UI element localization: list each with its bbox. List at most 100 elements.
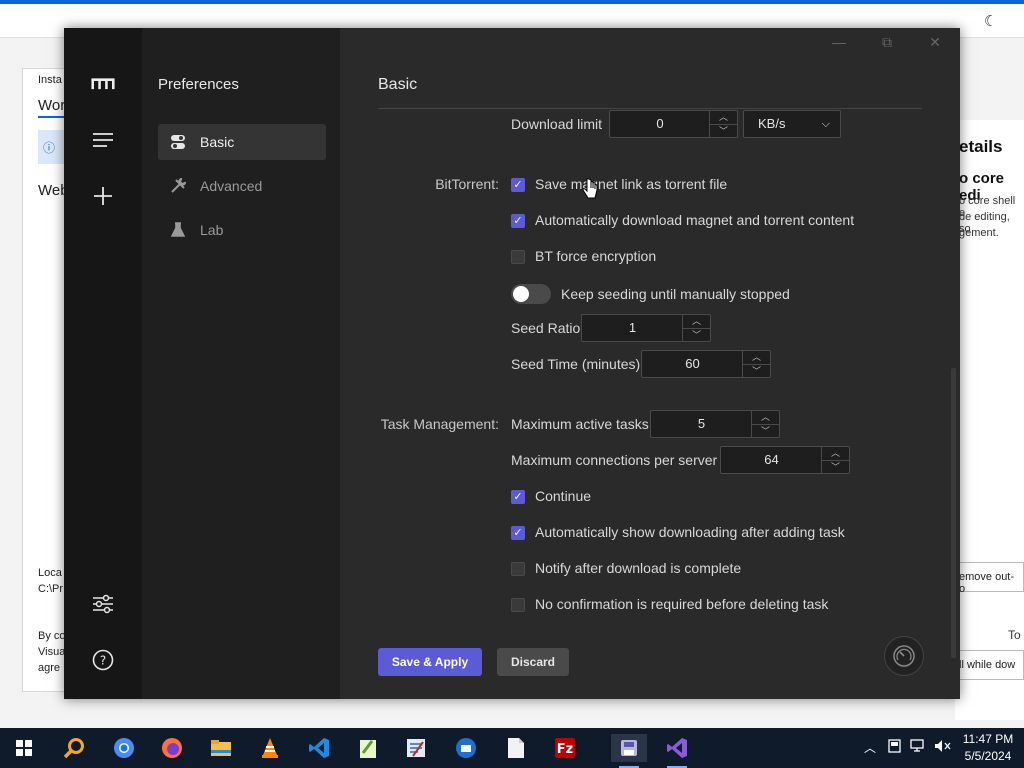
divider [378, 108, 922, 109]
download-unit-select[interactable]: KB/s ⌵ [743, 110, 841, 138]
seed-ratio-stepper[interactable]: ︿ ﹀ [682, 315, 710, 341]
notepad-plus-icon[interactable] [354, 734, 382, 762]
save-apply-button[interactable]: Save & Apply [378, 648, 482, 676]
motrix-logo-icon[interactable] [91, 72, 115, 96]
chevron-down-icon[interactable]: ﹀ [743, 364, 770, 377]
flask-icon [170, 222, 186, 238]
max-connections-label: Maximum connections per server [511, 452, 718, 468]
continue-checkbox[interactable]: ✓ [511, 490, 525, 504]
scrollbar[interactable] [951, 368, 956, 658]
theme-moon-icon[interactable]: ☾ [984, 12, 997, 30]
save-magnet-label[interactable]: Save magnet link as torrent file [535, 176, 727, 192]
bg-install-option[interactable]: ll while dow [955, 650, 1024, 680]
discard-button[interactable]: Discard [497, 648, 569, 676]
chevron-up-icon[interactable]: ︿ [683, 315, 710, 328]
bt-encryption-label[interactable]: BT force encryption [535, 248, 656, 264]
network-icon[interactable] [910, 739, 926, 756]
show-downloading-checkbox[interactable]: ✓ [511, 526, 525, 540]
app-rail: ? [64, 28, 142, 699]
seed-time-input[interactable]: 60 ︿ ﹀ [641, 350, 771, 378]
keep-seeding-toggle[interactable] [511, 284, 551, 304]
auto-download-label[interactable]: Automatically download magnet and torren… [535, 212, 854, 228]
seed-ratio-value: 1 [628, 320, 637, 335]
vlc-icon[interactable] [256, 734, 284, 762]
seed-ratio-input[interactable]: 1 ︿ ﹀ [581, 314, 711, 342]
add-icon[interactable] [91, 184, 115, 208]
chevron-down-icon: ⌵ [821, 118, 830, 130]
clock-date: 5/5/2024 [964, 749, 1012, 763]
bg-text-by: By co [38, 630, 66, 642]
bittorrent-section-label: BitTorrent: [435, 176, 499, 192]
chevron-up-icon[interactable]: ︿ [743, 351, 770, 364]
chevron-down-icon[interactable]: ﹀ [710, 124, 737, 137]
notepad-icon[interactable] [502, 734, 530, 762]
max-connections-stepper[interactable]: ︿ ﹀ [821, 447, 849, 473]
motrix-window: ? Preferences Basic Advanced Lab — ⧉ ✕ B… [64, 28, 960, 699]
filezilla-icon[interactable]: Fz [551, 734, 579, 762]
bg-text-installed: Insta [38, 74, 62, 86]
sidebar-item-lab[interactable]: Lab [158, 212, 326, 248]
sidebar-item-advanced[interactable]: Advanced [158, 168, 326, 204]
sidebar-item-basic[interactable]: Basic [158, 124, 326, 160]
no-confirm-delete-checkbox[interactable] [511, 598, 525, 612]
max-active-label: Maximum active tasks [511, 416, 649, 432]
volume-muted-icon[interactable] [934, 739, 952, 756]
svg-text:?: ? [100, 654, 106, 668]
no-confirm-delete-label[interactable]: No confirmation is required before delet… [535, 596, 828, 612]
clock-time: 11:47 PM [962, 732, 1014, 746]
bg-remove-option[interactable]: emove out-o [955, 562, 1024, 595]
minimize-button[interactable]: — [826, 34, 852, 54]
seed-ratio-label: Seed Ratio [511, 320, 581, 336]
chevron-down-icon[interactable]: ﹀ [822, 460, 849, 473]
chevron-up-icon[interactable]: ︿ [864, 739, 876, 756]
chevron-down-icon[interactable]: ﹀ [683, 328, 710, 341]
svg-text:Fz: Fz [557, 742, 573, 757]
chevron-up-icon[interactable]: ︿ [752, 411, 779, 424]
bg-info-icon: ⓘ [38, 130, 64, 164]
visual-studio-icon[interactable] [663, 734, 691, 768]
chrome-icon[interactable] [110, 734, 138, 762]
seed-time-stepper[interactable]: ︿ ﹀ [742, 351, 770, 377]
menu-icon[interactable] [91, 128, 115, 152]
text-editor-icon[interactable] [402, 734, 430, 762]
download-limit-stepper[interactable]: ︿ ﹀ [709, 111, 737, 137]
max-active-input[interactable]: 5 ︿ ﹀ [650, 410, 780, 438]
max-connections-value: 64 [764, 452, 779, 467]
vscode-icon[interactable] [305, 734, 333, 762]
tools-icon [170, 178, 186, 194]
preferences-main: — ⧉ ✕ Basic Download limit 0 ︿ ﹀ KB/s ⌵ B… [340, 28, 960, 699]
bg-total-label: To [1008, 628, 1021, 642]
bg-text-location: Loca [38, 567, 62, 579]
maximize-button[interactable]: ⧉ [874, 34, 900, 54]
bt-encryption-checkbox[interactable] [511, 250, 525, 264]
bg-text-agree: agre [38, 662, 61, 674]
thunderbird-icon[interactable] [452, 734, 480, 762]
chevron-down-icon[interactable]: ﹀ [752, 424, 779, 437]
download-limit-input[interactable]: 0 ︿ ﹀ [609, 110, 738, 138]
chevron-up-icon[interactable]: ︿ [822, 447, 849, 460]
help-icon[interactable]: ? [91, 648, 115, 672]
system-clock[interactable]: 11:47 PM 5/5/2024 [958, 731, 1018, 765]
notify-complete-label[interactable]: Notify after download is complete [535, 560, 741, 576]
page-title: Basic [378, 76, 418, 93]
search-icon[interactable] [60, 734, 88, 762]
firefox-icon[interactable] [158, 734, 186, 762]
storage-icon[interactable] [888, 739, 901, 756]
continue-label[interactable]: Continue [535, 488, 591, 504]
file-explorer-icon[interactable] [207, 734, 235, 762]
show-downloading-label[interactable]: Automatically show downloading after add… [535, 524, 845, 540]
speedometer-icon[interactable] [884, 636, 924, 676]
max-connections-input[interactable]: 64 ︿ ﹀ [720, 446, 850, 474]
close-button[interactable]: ✕ [922, 34, 948, 54]
save-magnet-checkbox[interactable]: ✓ [511, 178, 525, 192]
windows-start-icon[interactable] [10, 734, 38, 762]
notify-complete-checkbox[interactable] [511, 562, 525, 576]
toggles-icon [170, 134, 186, 150]
auto-download-checkbox[interactable]: ✓ [511, 214, 525, 228]
max-active-stepper[interactable]: ︿ ﹀ [751, 411, 779, 437]
motrix-icon[interactable] [611, 734, 647, 768]
preferences-icon[interactable] [91, 592, 115, 616]
chevron-up-icon[interactable]: ︿ [710, 111, 737, 124]
task-management-section-label: Task Management: [380, 416, 499, 432]
keep-seeding-label: Keep seeding until manually stopped [561, 286, 790, 302]
